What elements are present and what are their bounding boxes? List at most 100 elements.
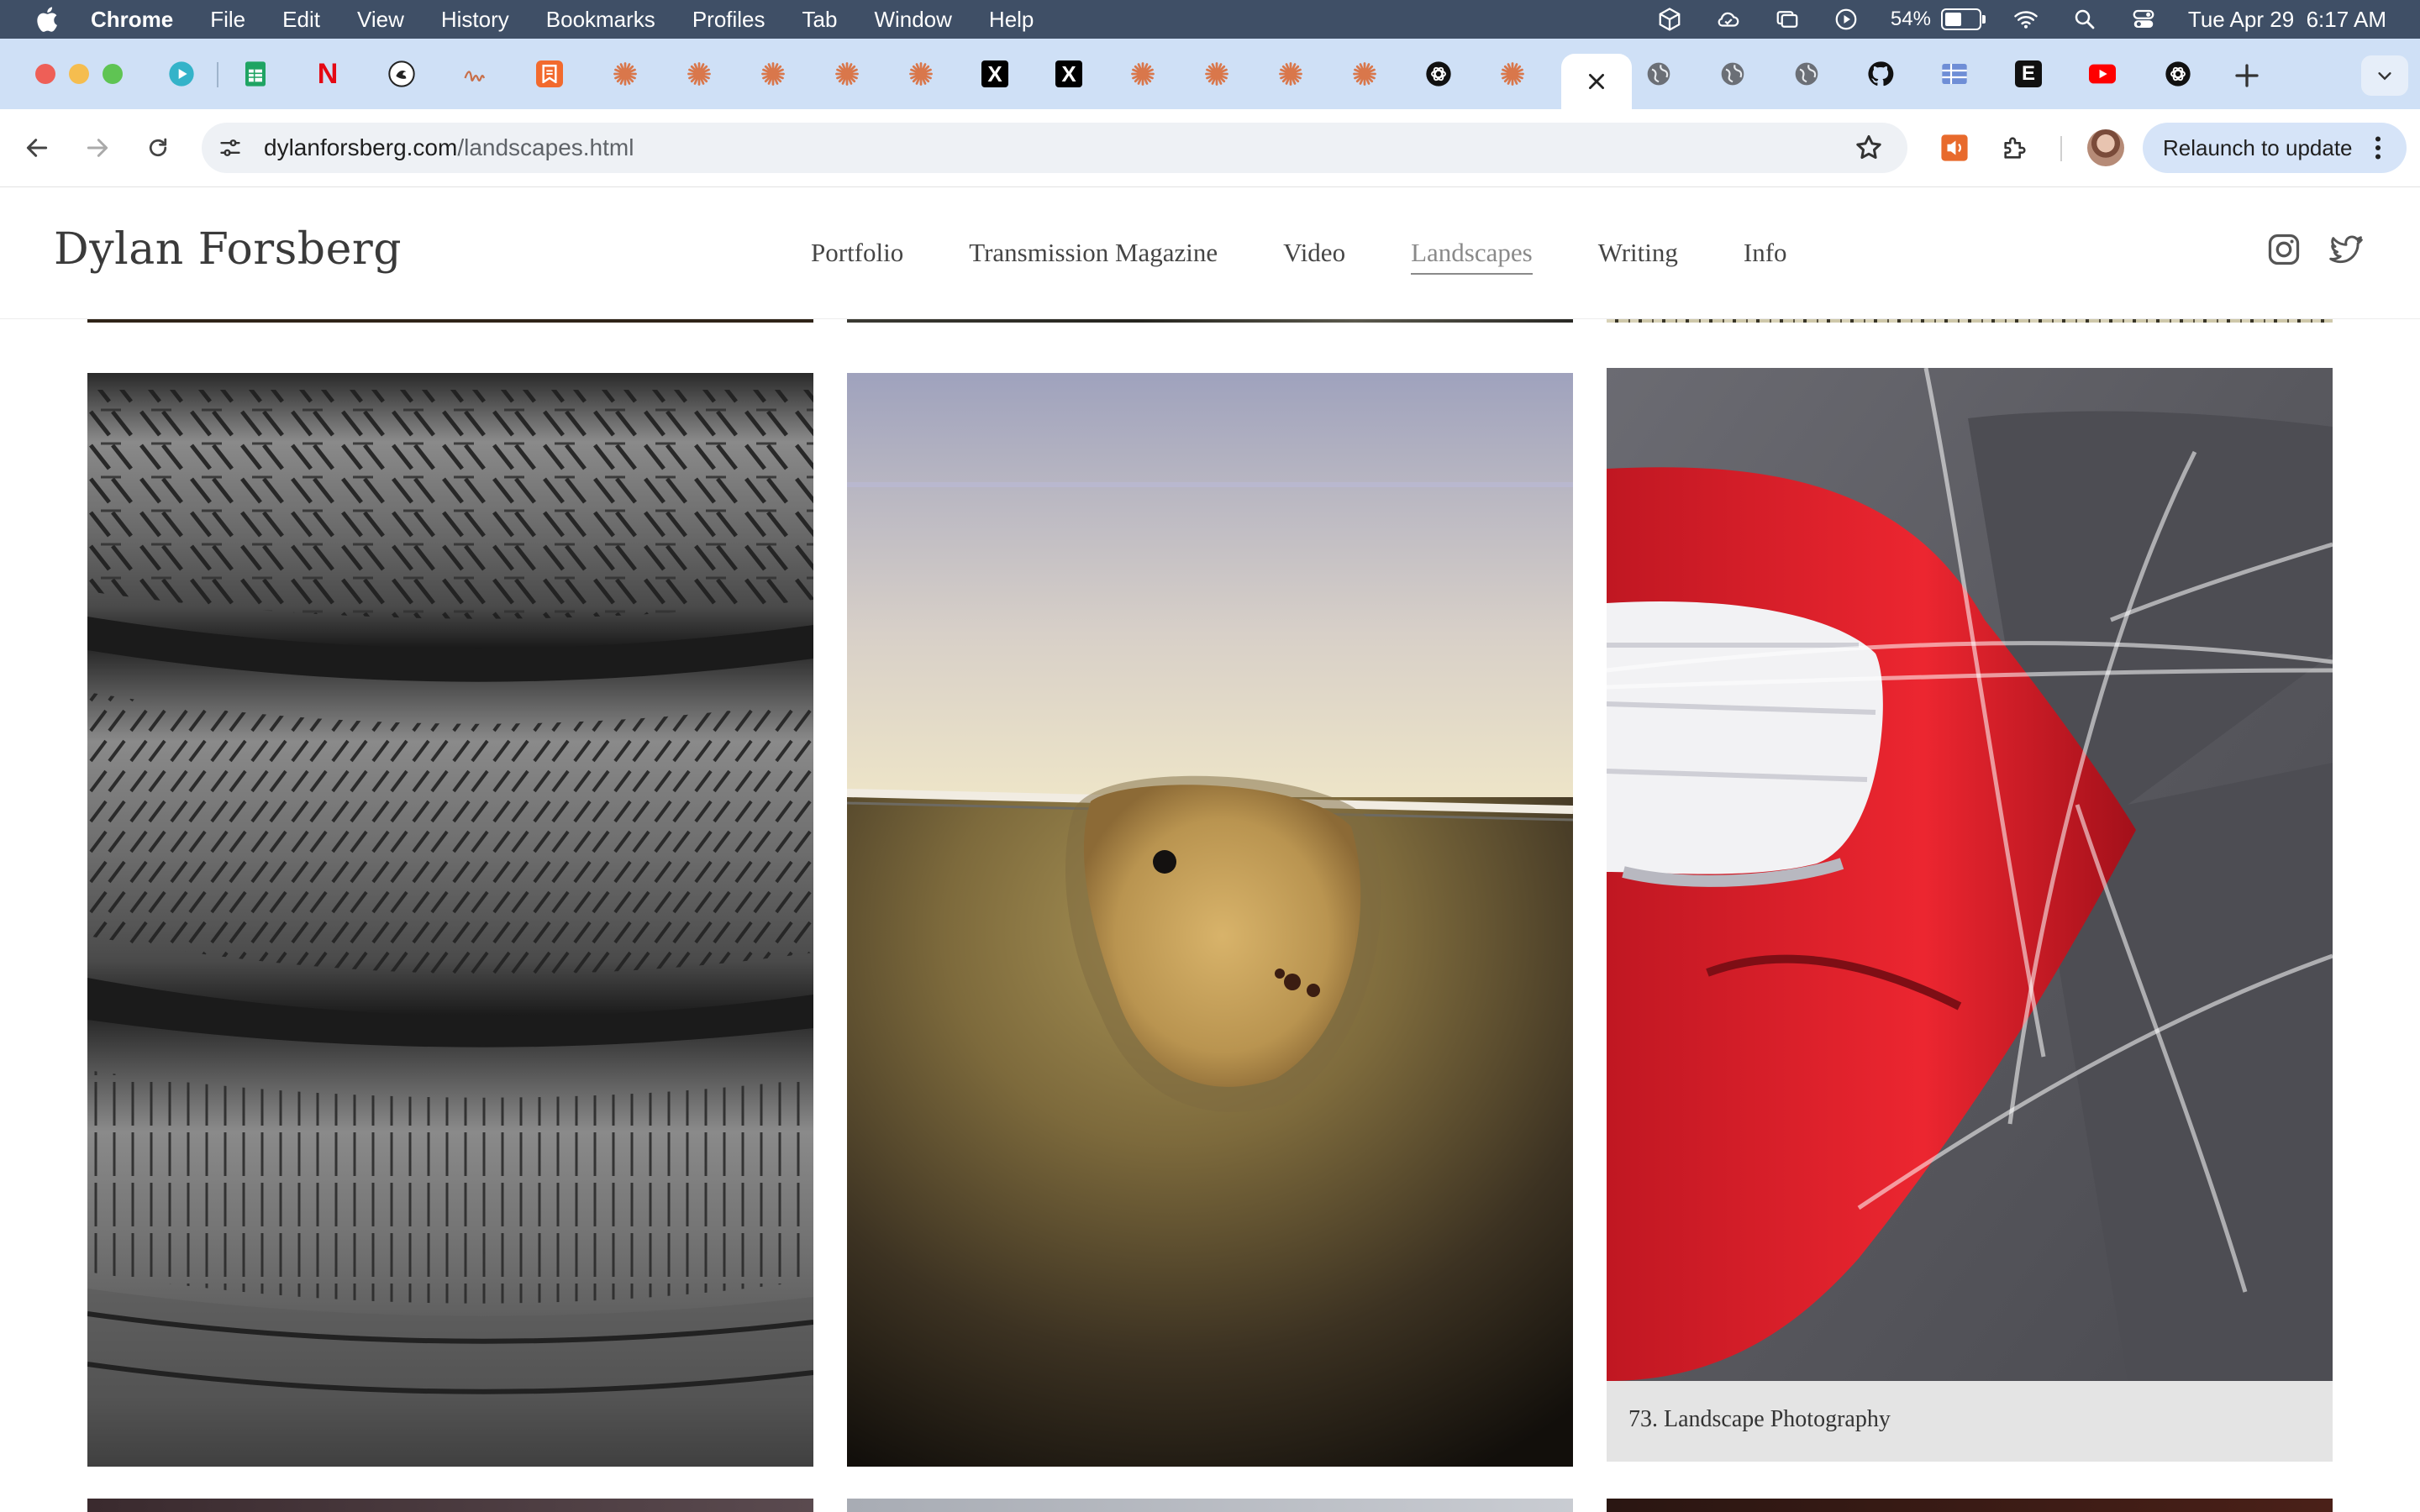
macos-menubar: Chrome File Edit View History Bookmarks … (0, 0, 2420, 39)
tab-asterisk-b2[interactable] (1277, 60, 1304, 87)
asterisk-icon (1353, 62, 1376, 86)
new-tab-plus-icon[interactable] (2232, 60, 2262, 91)
browser-toolbar: dylanforsberg.com/landscapes.html Relaun… (0, 109, 2420, 187)
menu-history[interactable]: History (441, 7, 509, 33)
window-close-button[interactable] (35, 64, 55, 84)
control-center-icon[interactable] (2129, 7, 2158, 32)
back-button[interactable] (20, 131, 54, 165)
tab-openai-2[interactable] (2165, 60, 2191, 87)
spotlight-search-icon[interactable] (2070, 7, 2099, 32)
bookmark-star-icon[interactable] (1854, 133, 1884, 163)
menu-file[interactable]: File (210, 7, 245, 33)
apple-menu-icon[interactable] (34, 5, 59, 34)
tab-youtube[interactable] (2089, 60, 2116, 87)
tab-asterisk-b0[interactable] (1129, 60, 1156, 87)
box-extension-icon[interactable] (1655, 7, 1684, 32)
nav-transmission-magazine[interactable]: Transmission Magazine (969, 238, 1218, 275)
profile-avatar[interactable] (2087, 129, 2124, 166)
address-bar[interactable]: dylanforsberg.com/landscapes.html (202, 123, 1907, 173)
nav-writing[interactable]: Writing (1598, 238, 1678, 275)
battery-percent: 54% (1890, 8, 1931, 30)
tab-e-app[interactable]: E (2015, 60, 2042, 87)
tab-globe-0[interactable] (1645, 60, 1672, 87)
tab-asterisk-b1[interactable] (1203, 60, 1230, 87)
twitter-icon[interactable] (2328, 231, 2365, 268)
menu-app-chrome[interactable]: Chrome (91, 7, 173, 33)
e-icon: E (2015, 60, 2042, 87)
more-menu-icon[interactable] (2375, 136, 2381, 160)
nav-landscapes[interactable]: Landscapes (1411, 238, 1533, 275)
tab-asterisk-a0[interactable] (612, 60, 639, 87)
tab-netflix[interactable]: N (314, 58, 341, 90)
url-text[interactable]: dylanforsberg.com/landscapes.html (264, 134, 634, 161)
reload-button[interactable] (141, 131, 175, 165)
menu-profiles[interactable]: Profiles (692, 7, 765, 33)
asterisk-icon (1131, 62, 1155, 86)
tab-openai-1[interactable] (1425, 60, 1452, 87)
tab-asterisk-a4[interactable] (908, 60, 934, 87)
tab-search-button[interactable] (2361, 55, 2408, 96)
tab-layout-app[interactable] (1941, 60, 1968, 87)
gallery-photo-top-left[interactable] (87, 319, 813, 323)
bird-logo-icon (388, 60, 415, 87)
audio-extension-button[interactable] (1938, 131, 1971, 165)
tab-globe-2[interactable] (1793, 60, 1820, 87)
close-icon[interactable] (1586, 71, 1607, 92)
nav-video[interactable]: Video (1283, 238, 1345, 275)
gallery-photo-bottom-middle[interactable] (847, 1499, 1573, 1512)
asterisk-icon (1279, 62, 1302, 86)
battery-level-fill (1944, 13, 1961, 26)
gallery-photo-bottom-right[interactable] (1607, 1499, 2333, 1512)
wifi-icon[interactable] (2012, 7, 2040, 32)
cloud-sync-icon[interactable] (1714, 7, 1743, 32)
menu-view[interactable]: View (357, 7, 404, 33)
youtube-icon (2089, 64, 2116, 84)
active-tab[interactable] (1561, 54, 1632, 109)
landscape-gallery: 73. Landscape Photography (0, 319, 2420, 1512)
window-zoom-button[interactable] (103, 64, 123, 84)
tab-asterisk-last[interactable] (1499, 60, 1526, 87)
tab-squiggle[interactable] (462, 60, 489, 87)
tab-asterisk-a1[interactable] (686, 60, 713, 87)
tab-x-1[interactable]: X (981, 60, 1008, 87)
tab-globe-1[interactable] (1719, 60, 1746, 87)
now-playing-icon[interactable] (1832, 7, 1860, 32)
menu-window[interactable]: Window (874, 7, 951, 33)
tab-asterisk-a2[interactable] (760, 60, 786, 87)
rust-patch-photo[interactable] (847, 373, 1573, 1467)
toolbar-divider (2060, 136, 2062, 161)
nav-info[interactable]: Info (1744, 238, 1787, 275)
tab-sheets[interactable] (242, 60, 269, 87)
menu-bookmarks[interactable]: Bookmarks (546, 7, 655, 33)
gallery-photo-top-right[interactable] (1607, 319, 2333, 323)
reload-icon (149, 138, 167, 157)
tab-asterisk-b3[interactable] (1351, 60, 1378, 87)
instagram-icon[interactable] (2265, 231, 2302, 268)
url-path: /landscapes.html (457, 134, 634, 160)
menu-help[interactable]: Help (989, 7, 1034, 33)
url-host: dylanforsberg.com (264, 134, 458, 160)
relaunch-to-update-button[interactable]: Relaunch to update (2143, 123, 2407, 173)
tab-github[interactable] (1867, 60, 1894, 87)
site-title[interactable]: Dylan Forsberg (54, 224, 402, 275)
screen-mirroring-icon[interactable] (1773, 7, 1802, 32)
window-minimize-button[interactable] (69, 64, 89, 84)
stacked-tires-photo[interactable] (87, 373, 813, 1467)
globe-icon (1721, 62, 1744, 86)
menubar-clock[interactable]: Tue Apr 29 6:17 AM (2188, 7, 2386, 33)
battery-status[interactable]: 54% (1890, 8, 1986, 31)
gallery-photo-top-middle[interactable] (847, 319, 1573, 323)
nav-portfolio[interactable]: Portfolio (811, 238, 903, 275)
taped-tail-light-photo[interactable]: 73. Landscape Photography (1607, 368, 2333, 1462)
tab-play-app[interactable] (168, 60, 195, 87)
tab-x-2[interactable]: X (1055, 60, 1082, 87)
tab-asterisk-a3[interactable] (834, 60, 860, 87)
forward-button[interactable] (81, 131, 114, 165)
menu-edit[interactable]: Edit (282, 7, 320, 33)
menu-tab[interactable]: Tab (802, 7, 838, 33)
site-info-button[interactable] (215, 133, 245, 163)
gallery-photo-bottom-left[interactable] (87, 1499, 813, 1512)
extensions-button[interactable] (1998, 131, 2032, 165)
tab-bookmark-app[interactable] (536, 60, 563, 87)
tab-bird-app[interactable] (388, 60, 415, 87)
